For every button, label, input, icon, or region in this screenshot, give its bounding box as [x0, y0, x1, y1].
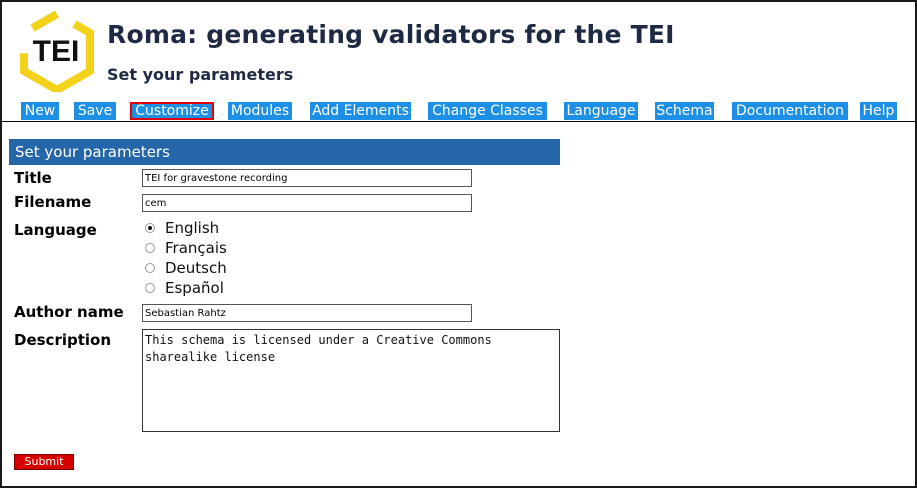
nav-schema[interactable]: Schema [655, 102, 714, 120]
page-frame: TEI Roma: generating validators for the … [0, 0, 917, 488]
filename-label: Filename [14, 193, 92, 211]
language-label: Language [14, 221, 97, 239]
language-option-deutsch[interactable]: Deutsch [145, 258, 227, 278]
svg-text:TEI: TEI [33, 35, 80, 68]
app-title: Roma: generating validators for the TEI [107, 20, 675, 49]
nav-new[interactable]: New [21, 102, 59, 120]
radio-english[interactable] [145, 223, 155, 233]
nav-modules[interactable]: Modules [228, 102, 292, 120]
submit-button[interactable]: Submit [14, 454, 74, 470]
title-label: Title [14, 169, 52, 187]
radio-label-espanol: Español [165, 279, 224, 297]
nav-add-elements[interactable]: Add Elements [310, 102, 411, 120]
nav-language[interactable]: Language [564, 102, 638, 120]
nav-save[interactable]: Save [74, 102, 116, 120]
radio-espanol[interactable] [145, 283, 155, 293]
nav-help[interactable]: Help [860, 102, 897, 120]
language-option-francais[interactable]: Français [145, 238, 227, 258]
radio-label-english: English [165, 219, 220, 237]
author-label: Author name [14, 303, 124, 321]
language-option-english[interactable]: English [145, 218, 219, 238]
radio-label-francais: Français [165, 239, 227, 257]
description-label: Description [14, 331, 112, 349]
nav-change-classes[interactable]: Change Classes [428, 102, 547, 120]
filename-input[interactable] [142, 194, 472, 212]
nav-customize[interactable]: Customize [130, 102, 214, 120]
author-input[interactable] [142, 304, 472, 322]
language-option-espanol[interactable]: Español [145, 278, 224, 298]
page-subtitle: Set your parameters [107, 65, 294, 84]
radio-deutsch[interactable] [145, 263, 155, 273]
description-textarea[interactable]: This schema is licensed under a Creative… [142, 329, 560, 432]
nav-documentation[interactable]: Documentation [732, 102, 848, 120]
main-nav: New Save Customize Modules Add Elements … [2, 101, 915, 122]
tei-logo: TEI [20, 9, 94, 92]
radio-francais[interactable] [145, 243, 155, 253]
section-header: Set your parameters [9, 139, 560, 165]
radio-label-deutsch: Deutsch [165, 259, 227, 277]
title-input[interactable] [142, 169, 472, 187]
